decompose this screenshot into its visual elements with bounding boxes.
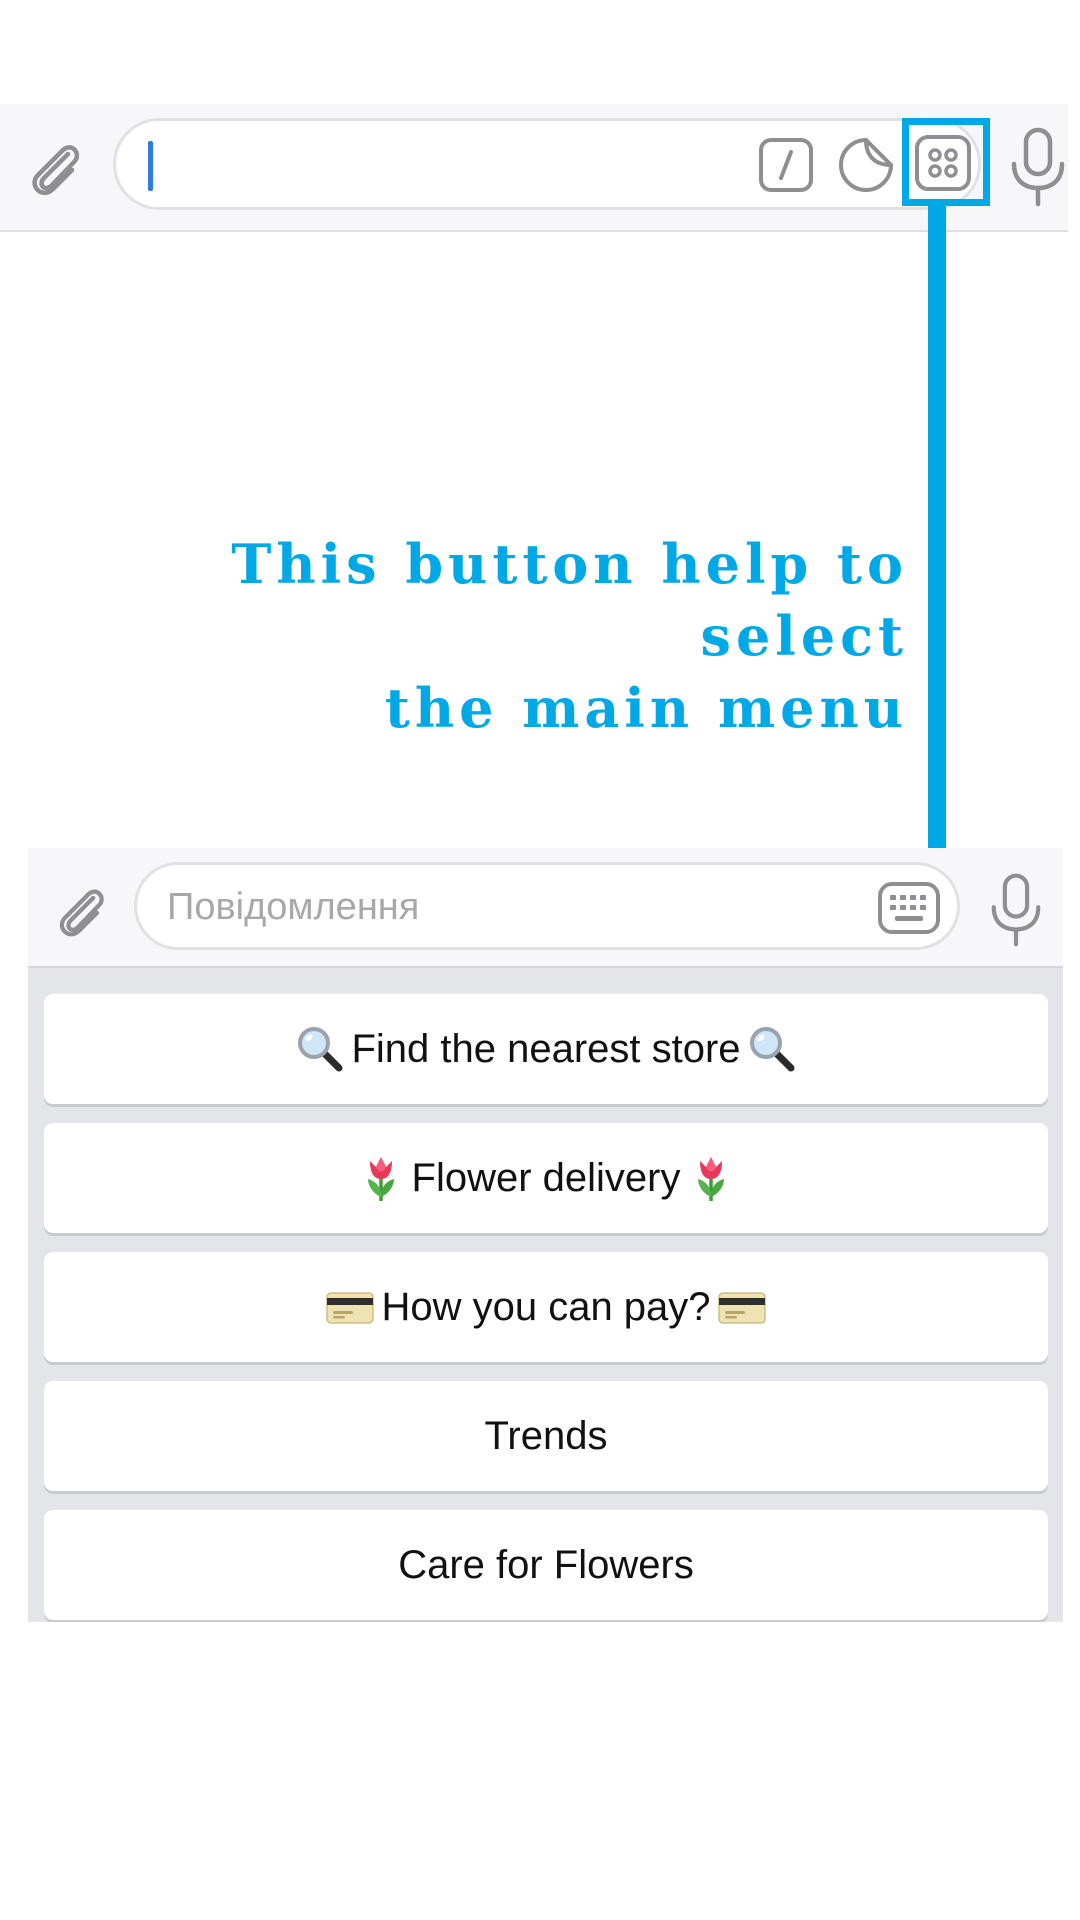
bottom-message-bar: Повідомлення bbox=[28, 848, 1063, 968]
paperclip-icon[interactable] bbox=[52, 876, 112, 946]
bot-menu-list: Find the nearest store Flower delivery H… bbox=[44, 994, 1048, 1622]
annotation-line-2: the main menu bbox=[384, 676, 908, 740]
microphone-icon[interactable] bbox=[1008, 126, 1068, 208]
menu-item-label: Flower delivery bbox=[411, 1155, 681, 1200]
menu-item-label: Care for Flowers bbox=[398, 1542, 694, 1587]
annotation-line-1: This button help to select bbox=[231, 532, 908, 668]
credit-card-icon bbox=[325, 1282, 375, 1332]
menu-item-flower-delivery[interactable]: Flower delivery bbox=[44, 1123, 1048, 1233]
credit-card-icon bbox=[717, 1282, 767, 1332]
sticker-icon[interactable] bbox=[836, 135, 896, 195]
menu-item-trends[interactable]: Trends bbox=[44, 1381, 1048, 1491]
message-input[interactable]: Повідомлення bbox=[134, 862, 960, 950]
paperclip-icon[interactable] bbox=[24, 132, 88, 204]
annotation-connector bbox=[928, 206, 946, 868]
keyboard-icon[interactable] bbox=[877, 881, 941, 935]
message-input[interactable] bbox=[113, 118, 981, 210]
menu-item-label: Trends bbox=[484, 1413, 608, 1458]
menu-item-payment[interactable]: How you can pay? bbox=[44, 1252, 1048, 1362]
menu-button-highlight bbox=[902, 118, 990, 206]
menu-item-label: Find the nearest store bbox=[351, 1026, 741, 1071]
text-cursor bbox=[148, 141, 153, 191]
annotation-text: This button help to select the main menu bbox=[120, 528, 908, 744]
magnifier-icon bbox=[295, 1024, 345, 1074]
microphone-icon[interactable] bbox=[988, 872, 1044, 948]
magnifier-icon bbox=[747, 1024, 797, 1074]
message-input-placeholder: Повідомлення bbox=[167, 886, 420, 928]
menu-item-find-store[interactable]: Find the nearest store bbox=[44, 994, 1048, 1104]
tulip-icon bbox=[356, 1153, 406, 1203]
menu-item-care-for-flowers[interactable]: Care for Flowers bbox=[44, 1510, 1048, 1620]
bot-keyboard-panel: Повідомлення Find the nearest store Flow… bbox=[28, 848, 1063, 1622]
slash-command-icon[interactable] bbox=[758, 137, 814, 193]
menu-item-label: How you can pay? bbox=[381, 1284, 711, 1329]
tulip-icon bbox=[686, 1153, 736, 1203]
